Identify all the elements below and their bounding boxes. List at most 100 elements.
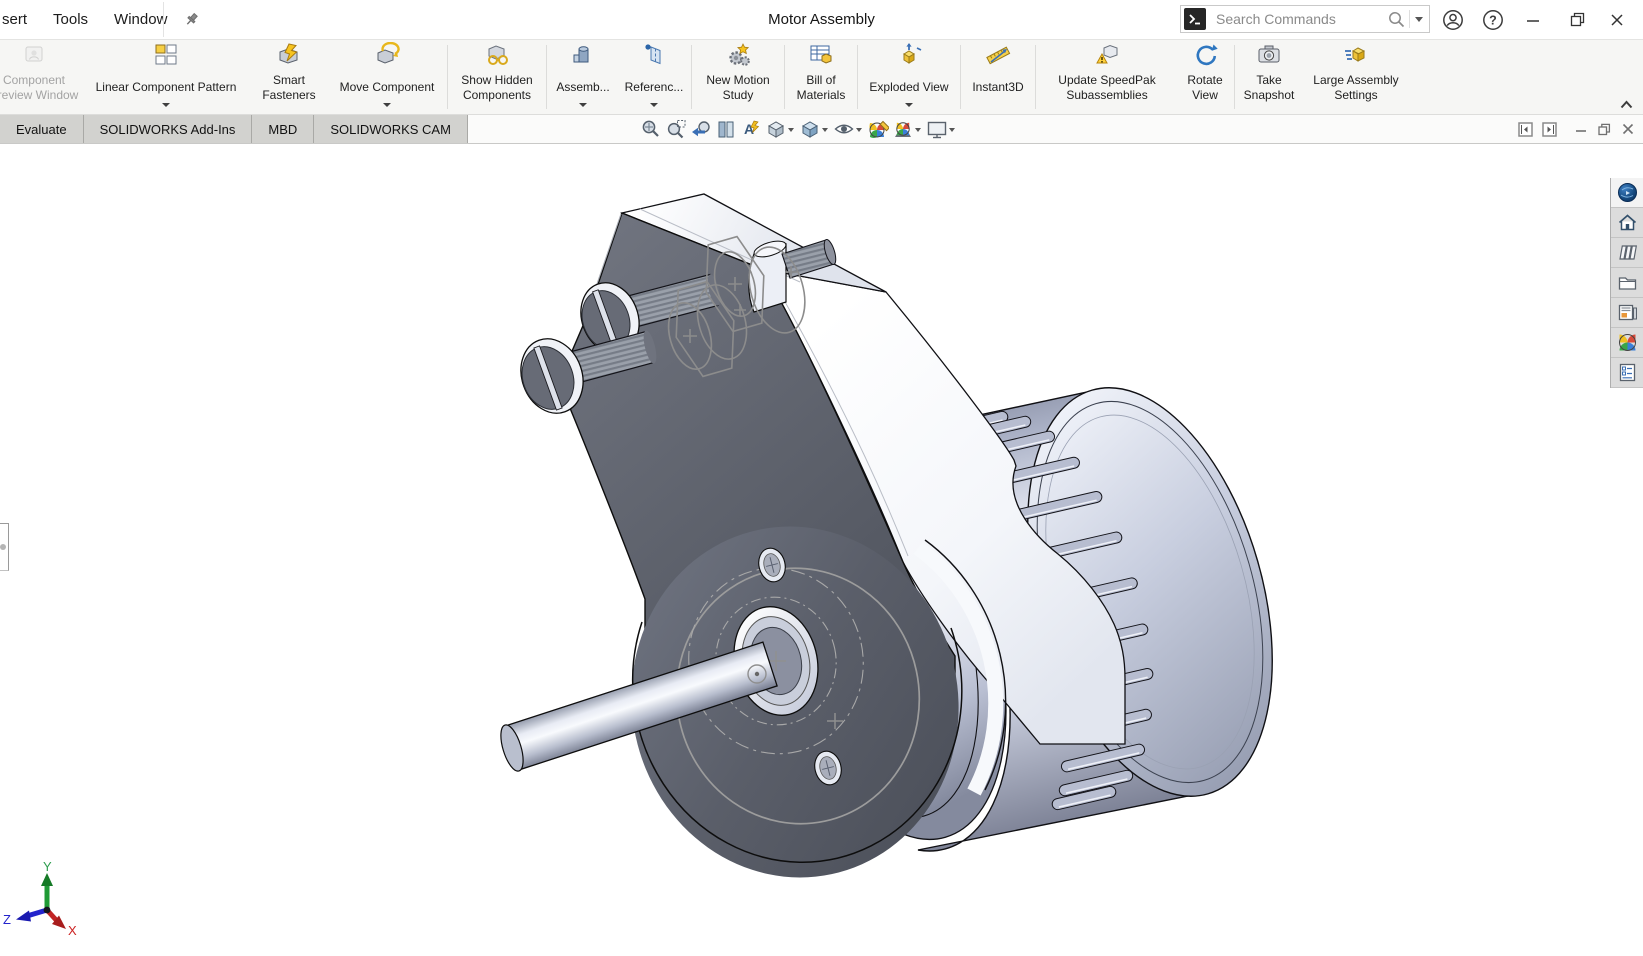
taskpane-view-palette-button[interactable] [1611, 298, 1643, 328]
tab-solidworks-cam[interactable]: SOLIDWORKS CAM [314, 115, 468, 143]
large-assembly-settings-button[interactable]: Large Assembly Settings [1302, 40, 1410, 114]
apply-scene-caret[interactable] [915, 128, 921, 135]
taskpane-design-library-button[interactable] [1611, 238, 1643, 268]
group-separator [546, 45, 547, 109]
group-separator [447, 45, 448, 109]
display-style-caret[interactable] [822, 128, 828, 135]
tab-evaluate[interactable]: Evaluate [0, 115, 84, 143]
y-axis-arrow [41, 873, 53, 886]
component-preview-icon [21, 42, 47, 72]
view-orientation-caret[interactable] [788, 128, 794, 135]
menu-insert[interactable]: sert [0, 11, 40, 28]
titlebar: sert Tools Window Motor Assembly Search … [0, 0, 1643, 40]
hide-show-items-caret[interactable] [856, 128, 862, 135]
tab-mbd[interactable]: MBD [252, 115, 314, 143]
taskpane-custom-properties-button[interactable] [1611, 358, 1643, 388]
menu-tools[interactable]: Tools [40, 11, 101, 28]
search-icon[interactable] [1387, 10, 1406, 29]
apply-scene-icon[interactable] [890, 116, 915, 142]
view-orientation-icon[interactable] [763, 116, 788, 142]
dropdown-caret[interactable] [905, 103, 913, 114]
new-motion-study-icon [725, 42, 751, 72]
3dexperience-icon [1617, 182, 1638, 203]
account-icon[interactable] [1442, 9, 1464, 31]
group-separator [691, 45, 692, 109]
appearances-icon [1617, 332, 1638, 353]
flyout-expand-icon[interactable] [0, 544, 6, 550]
view-settings-caret[interactable] [949, 128, 955, 135]
hide-show-items-icon[interactable] [831, 116, 856, 142]
tab-solidworks-addins[interactable]: SOLIDWORKS Add-Ins [84, 115, 253, 143]
solidworks-window: sert Tools Window Motor Assembly Search … [0, 0, 1643, 956]
search-dropdown-caret[interactable] [1415, 17, 1423, 26]
take-snapshot-icon [1256, 42, 1282, 72]
task-pane [1610, 178, 1643, 388]
pane-arrow-left-button[interactable] [1518, 122, 1533, 137]
new-motion-study-button[interactable]: New Motion Study [693, 40, 783, 114]
linear-component-pattern-button[interactable]: Linear Component Pattern [82, 40, 250, 114]
bill-of-materials-button[interactable]: Bill of Materials [786, 40, 856, 114]
z-axis-arrow [16, 911, 31, 922]
taskpane-appearances-button[interactable] [1611, 328, 1643, 358]
taskpane-file-explorer-button[interactable] [1611, 268, 1643, 298]
featuremanager-flyout-tab[interactable] [0, 523, 9, 571]
search-commands-box[interactable]: Search Commands [1180, 5, 1430, 33]
exploded-view-icon [896, 42, 922, 72]
dynamic-annotation-icon[interactable]: A [738, 116, 763, 142]
assembly-features-icon [570, 42, 596, 72]
show-hidden-components-button[interactable]: Show Hidden Components [449, 40, 545, 114]
zoom-to-area-icon[interactable] [663, 116, 688, 142]
group-separator [1035, 45, 1036, 109]
group-separator [1234, 45, 1235, 109]
display-style-icon[interactable] [797, 116, 822, 142]
show-hidden-icon [484, 42, 510, 72]
ribbon-collapse-chevron[interactable] [1617, 97, 1635, 111]
pin-menu-icon[interactable] [184, 12, 200, 28]
dropdown-caret[interactable] [162, 103, 170, 114]
component-preview-window-button: Component Preview Window [0, 40, 82, 114]
doc-restore-button[interactable] [1597, 122, 1612, 137]
motor-assembly-model[interactable] [0, 144, 1643, 956]
taskpane-3dexperience-button[interactable] [1611, 178, 1643, 208]
exploded-view-button[interactable]: Exploded View [859, 40, 959, 114]
pane-arrow-right-button[interactable] [1542, 122, 1557, 137]
doc-close-button[interactable] [1621, 122, 1635, 136]
restore-button[interactable] [1556, 0, 1598, 39]
dropdown-caret[interactable] [383, 103, 391, 114]
taskpane-home-button[interactable] [1611, 208, 1643, 238]
large-assembly-settings-icon [1343, 42, 1369, 72]
assembly-features-button[interactable]: Assemb... [548, 40, 618, 114]
take-snapshot-button[interactable]: Take Snapshot [1236, 40, 1302, 114]
update-speedpak-button[interactable]: Update SpeedPak Subassemblies [1037, 40, 1177, 114]
help-icon[interactable]: ? [1482, 9, 1504, 31]
move-component-button[interactable]: Move Component [328, 40, 446, 114]
group-separator [960, 45, 961, 109]
edit-appearance-icon[interactable] [865, 116, 890, 142]
instant3d-button[interactable]: Instant3D [962, 40, 1034, 114]
menu-window[interactable]: Window [101, 11, 180, 28]
reference-geometry-button[interactable]: Referenc... [618, 40, 690, 114]
section-view-icon[interactable] [713, 116, 738, 142]
dropdown-caret[interactable] [650, 103, 658, 114]
design-library-icon [1617, 242, 1638, 263]
graphics-area[interactable]: Y Z X [0, 144, 1643, 956]
rotate-view-icon [1192, 42, 1218, 72]
smart-fasteners-button[interactable]: Smart Fasteners [250, 40, 328, 114]
custom-properties-icon [1617, 362, 1638, 383]
orientation-triad: Y Z X [0, 844, 110, 954]
dropdown-caret[interactable] [579, 103, 587, 114]
z-axis-label: Z [3, 912, 11, 927]
view-settings-icon[interactable] [924, 116, 949, 142]
view-palette-icon [1617, 302, 1638, 323]
search-input[interactable]: Search Commands [1216, 11, 1387, 27]
minimize-button[interactable] [1512, 0, 1554, 39]
previous-view-icon[interactable] [688, 116, 713, 142]
bill-of-materials-icon [808, 42, 834, 72]
doc-minimize-button[interactable] [1574, 122, 1588, 136]
y-axis-label: Y [43, 859, 52, 874]
rotate-view-button[interactable]: Rotate View [1177, 40, 1233, 114]
menubar: sert Tools Window [0, 0, 200, 39]
close-button[interactable] [1596, 0, 1638, 39]
ribbon-toolbar: Component Preview Window Linear Componen… [0, 40, 1643, 115]
zoom-to-fit-icon[interactable] [638, 116, 663, 142]
